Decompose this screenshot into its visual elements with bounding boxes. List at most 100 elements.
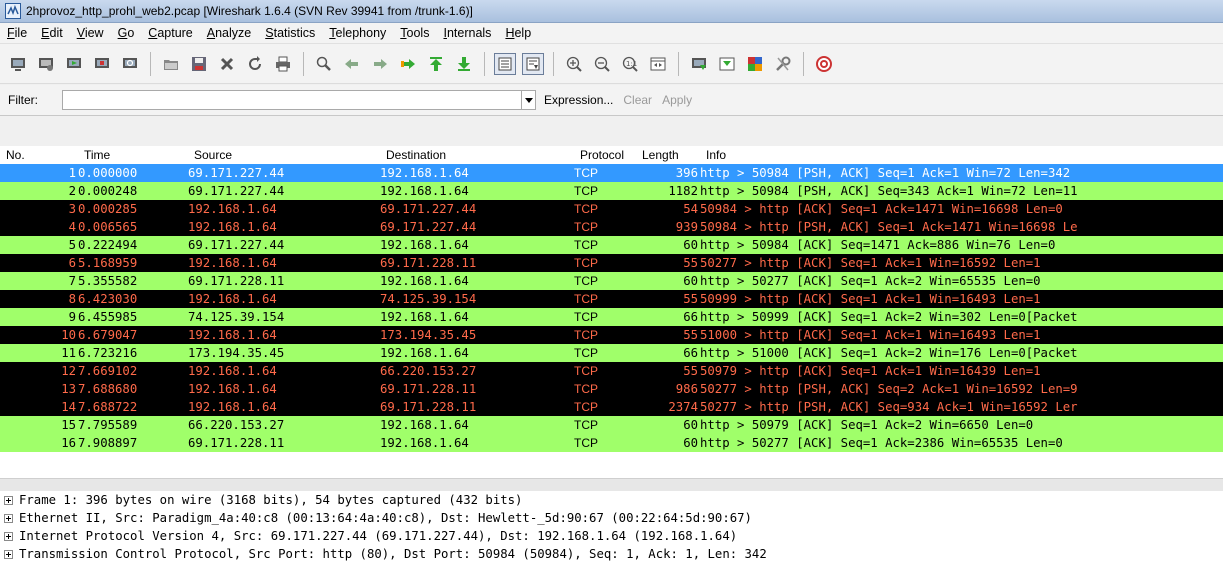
capture-filters-icon[interactable] xyxy=(688,53,710,75)
filter-dropdown-button[interactable] xyxy=(522,90,536,110)
column-header-time[interactable]: Time xyxy=(78,148,188,162)
column-header-no[interactable]: No. xyxy=(0,148,78,162)
wireshark-app-icon xyxy=(5,3,21,19)
detail-ip-line[interactable]: Internet Protocol Version 4, Src: 69.171… xyxy=(0,527,1223,545)
packet-time: 5.355582 xyxy=(78,274,138,288)
packet-protocol: TCP xyxy=(574,418,598,432)
packet-source: 192.168.1.64 xyxy=(188,256,277,270)
expand-plus-icon[interactable] xyxy=(4,513,13,523)
toolbar-separator xyxy=(553,51,554,76)
packet-row[interactable]: 13 7.688680 192.168.1.64 69.171.228.11 TCP 98… xyxy=(0,380,1223,398)
menu-capture[interactable]: Capture xyxy=(141,26,199,40)
packet-row[interactable]: 8 6.423030 192.168.1.64 74.125.39.154 TCP 55 5… xyxy=(0,290,1223,308)
normal-size-icon[interactable]: 1:1 xyxy=(619,53,641,75)
packet-source: 69.171.227.44 xyxy=(188,184,285,198)
packet-row[interactable]: 14 7.688722 192.168.1.64 69.171.228.11 TCP 23… xyxy=(0,398,1223,416)
packet-length: 60 xyxy=(683,274,698,288)
interface-list-icon[interactable] xyxy=(7,53,29,75)
menu-file[interactable]: File xyxy=(0,26,34,40)
packet-row[interactable]: 2 0.000248 69.171.227.44 192.168.1.64 TCP 118… xyxy=(0,182,1223,200)
colorize-icon[interactable] xyxy=(494,52,516,75)
packet-row[interactable]: 6 5.168959 192.168.1.64 69.171.228.11 TCP 55 5… xyxy=(0,254,1223,272)
packet-row[interactable]: 5 0.222494 69.171.227.44 192.168.1.64 TCP 60 h… xyxy=(0,236,1223,254)
packet-row[interactable]: 1 0.000000 69.171.227.44 192.168.1.64 TCP 396… xyxy=(0,164,1223,182)
go-back-icon[interactable] xyxy=(341,53,363,75)
menu-view[interactable]: View xyxy=(70,26,111,40)
zoom-out-icon[interactable] xyxy=(591,53,613,75)
pane-splitter[interactable] xyxy=(0,478,1223,492)
coloring-rules-icon[interactable] xyxy=(744,53,766,75)
go-last-icon[interactable] xyxy=(453,53,475,75)
stop-capture-icon[interactable] xyxy=(91,53,113,75)
go-first-icon[interactable] xyxy=(425,53,447,75)
column-header-protocol[interactable]: Protocol xyxy=(574,148,636,162)
menu-tools[interactable]: Tools xyxy=(393,26,436,40)
preferences-icon[interactable] xyxy=(772,53,794,75)
zoom-in-icon[interactable] xyxy=(563,53,585,75)
start-capture-icon[interactable] xyxy=(63,53,85,75)
packet-row[interactable]: 3 0.000285 192.168.1.64 69.171.227.44 TCP 54 5… xyxy=(0,200,1223,218)
packet-info: http > 50984 [PSH, ACK] Seq=1 Ack=1 Win=… xyxy=(700,166,1071,180)
close-file-icon[interactable] xyxy=(216,53,238,75)
filter-expression-button[interactable]: Expression... xyxy=(544,93,613,107)
detail-tcp-line[interactable]: Transmission Control Protocol, Src Port:… xyxy=(0,545,1223,563)
find-packet-icon[interactable] xyxy=(313,53,335,75)
packet-source: 74.125.39.154 xyxy=(188,310,285,324)
expand-plus-icon[interactable] xyxy=(4,549,13,559)
display-filter-input[interactable] xyxy=(62,90,522,110)
print-icon[interactable] xyxy=(272,53,294,75)
column-header-info[interactable]: Info xyxy=(700,148,900,162)
packet-no: 5 xyxy=(68,238,76,252)
packet-source: 69.171.228.11 xyxy=(188,274,285,288)
packet-row[interactable]: 15 7.795589 66.220.153.27 192.168.1.64 TCP 60… xyxy=(0,416,1223,434)
filter-apply-button[interactable]: Apply xyxy=(662,93,692,107)
menu-go[interactable]: Go xyxy=(111,26,142,40)
packet-row[interactable]: 9 6.455985 74.125.39.154 192.168.1.64 TCP 66 h… xyxy=(0,308,1223,326)
help-icon[interactable] xyxy=(813,53,835,75)
packet-time: 5.168959 xyxy=(78,256,138,270)
open-file-icon[interactable] xyxy=(160,53,182,75)
packet-destination: 192.168.1.64 xyxy=(380,184,469,198)
toolbar-separator xyxy=(678,51,679,76)
detail-frame-line[interactable]: Frame 1: 396 bytes on wire (3168 bits), … xyxy=(0,491,1223,509)
expand-plus-icon[interactable] xyxy=(4,495,13,505)
packet-row[interactable]: 4 0.006565 192.168.1.64 69.171.227.44 TCP 939… xyxy=(0,218,1223,236)
packet-row[interactable]: 10 6.679047 192.168.1.64 173.194.35.45 TCP 55… xyxy=(0,326,1223,344)
toolbar-separator xyxy=(484,51,485,76)
packet-row[interactable]: 11 6.723216 173.194.35.45 192.168.1.64 TCP 66… xyxy=(0,344,1223,362)
menu-help[interactable]: Help xyxy=(498,26,538,40)
expand-plus-icon[interactable] xyxy=(4,531,13,541)
packet-no: 6 xyxy=(68,256,76,270)
menu-statistics[interactable]: Statistics xyxy=(258,26,322,40)
packet-no: 10 xyxy=(61,328,76,342)
detail-text: Internet Protocol Version 4, Src: 69.171… xyxy=(19,529,738,543)
go-forward-icon[interactable] xyxy=(369,53,391,75)
menu-telephony[interactable]: Telephony xyxy=(322,26,393,40)
menu-analyze[interactable]: Analyze xyxy=(200,26,258,40)
auto-scroll-icon[interactable] xyxy=(522,52,544,75)
packet-row[interactable]: 12 7.669102 192.168.1.64 66.220.153.27 TCP 55… xyxy=(0,362,1223,380)
restart-capture-icon[interactable] xyxy=(119,53,141,75)
packet-protocol: TCP xyxy=(574,328,598,342)
packet-time: 0.006565 xyxy=(78,220,138,234)
detail-ethernet-line[interactable]: Ethernet II, Src: Paradigm_4a:40:c8 (00:… xyxy=(0,509,1223,527)
packet-row[interactable]: 7 5.355582 69.171.228.11 192.168.1.64 TCP 60 h… xyxy=(0,272,1223,290)
filter-bar: Filter: Expression... Clear Apply xyxy=(0,85,1223,116)
packet-length: 396 xyxy=(675,166,698,180)
reload-icon[interactable] xyxy=(244,53,266,75)
menu-internals[interactable]: Internals xyxy=(436,26,498,40)
display-filters-icon[interactable] xyxy=(716,53,738,75)
menu-edit[interactable]: Edit xyxy=(34,26,70,40)
filter-clear-button[interactable]: Clear xyxy=(623,93,652,107)
save-file-icon[interactable] xyxy=(188,53,210,75)
go-to-packet-icon[interactable] xyxy=(397,53,419,75)
packet-info: 51000 > http [ACK] Seq=1 Ack=1 Win=16493… xyxy=(700,328,1041,342)
column-header-destination[interactable]: Destination xyxy=(380,148,574,162)
resize-columns-icon[interactable] xyxy=(647,53,669,75)
column-header-source[interactable]: Source xyxy=(188,148,380,162)
capture-options-icon[interactable] xyxy=(35,53,57,75)
packet-protocol: TCP xyxy=(574,220,598,234)
packet-row[interactable]: 16 7.908897 69.171.228.11 192.168.1.64 TCP 60… xyxy=(0,434,1223,452)
packet-protocol: TCP xyxy=(574,436,598,450)
column-header-length[interactable]: Length xyxy=(636,148,700,162)
